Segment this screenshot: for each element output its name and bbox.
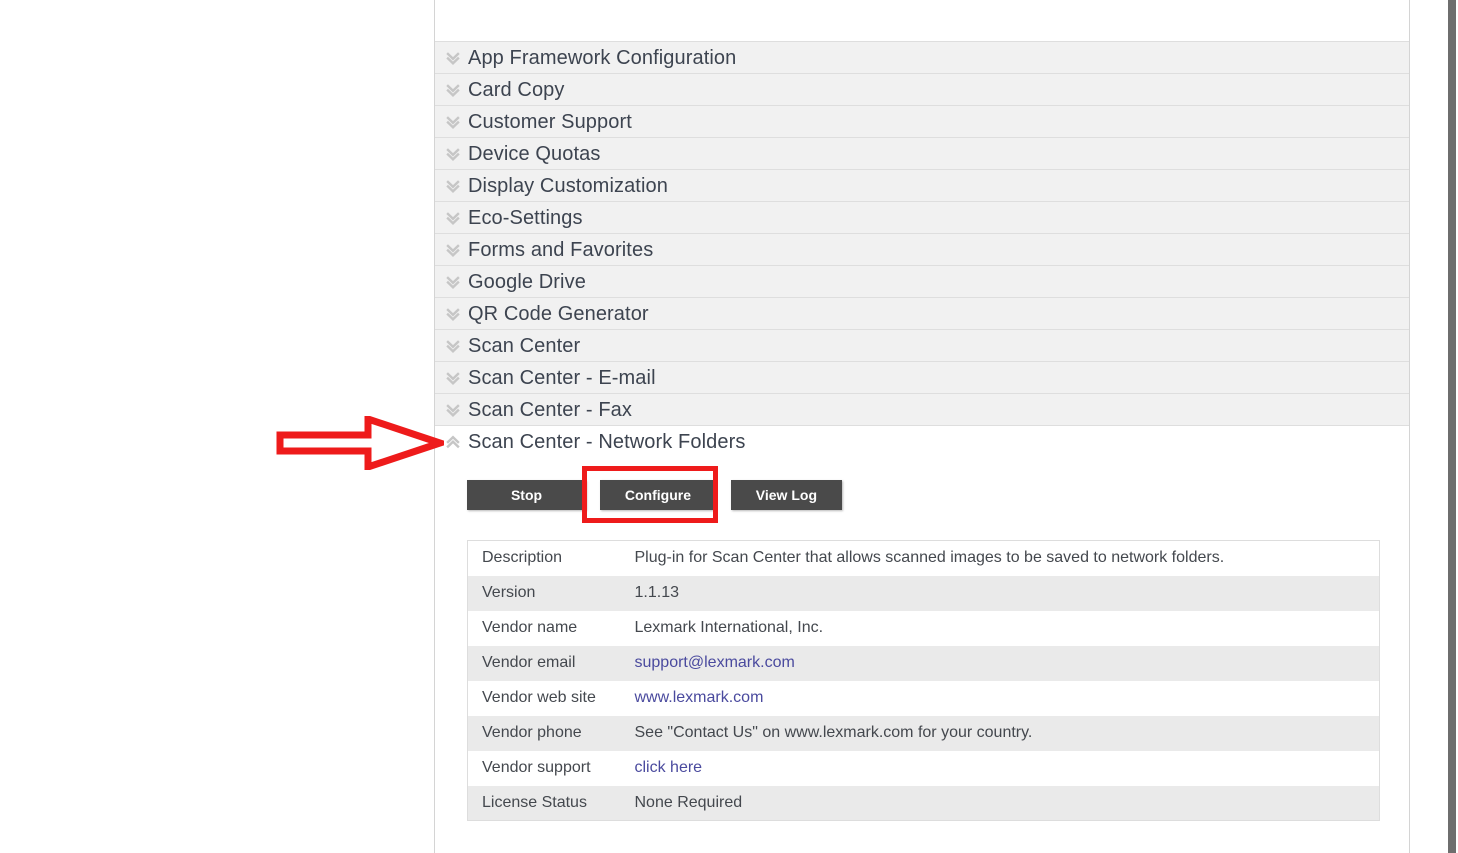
chevron-double-down-icon[interactable] (444, 48, 462, 68)
app-row-app-framework-configuration[interactable]: App Framework Configuration (435, 42, 1409, 74)
screen-root: App Framework Configuration Card Copy Cust… (0, 0, 1458, 853)
embedded-apps-panel: App Framework Configuration Card Copy Cust… (434, 0, 1410, 853)
app-list: App Framework Configuration Card Copy Cust… (435, 42, 1409, 458)
app-row-qr-code-generator[interactable]: QR Code Generator (435, 298, 1409, 330)
app-row-label: Card Copy (468, 78, 565, 101)
info-value-link[interactable]: support@lexmark.com (635, 654, 795, 671)
info-value[interactable]: www.lexmark.com (621, 681, 1380, 716)
info-table-row: Vendor support click here (467, 750, 1380, 786)
info-value-link[interactable]: www.lexmark.com (635, 689, 764, 706)
chevron-double-down-icon[interactable] (444, 176, 462, 196)
info-label: Vendor web site (482, 689, 596, 706)
app-row-label: Display Customization (468, 174, 668, 197)
app-row-label: Forms and Favorites (468, 238, 654, 261)
vertical-scrollbar-track[interactable] (1448, 0, 1458, 853)
info-table-row: Version 1.1.13 (467, 575, 1380, 611)
info-value-link[interactable]: click here (635, 759, 703, 776)
app-row-customer-support[interactable]: Customer Support (435, 106, 1409, 138)
red-arrow-icon (276, 416, 444, 470)
app-info-table: Description Plug-in for Scan Center that … (467, 540, 1380, 821)
chevron-double-down-icon[interactable] (444, 80, 462, 100)
chevron-double-down-icon[interactable] (444, 336, 462, 356)
info-label: Version (482, 584, 536, 601)
info-value: 1.1.13 (634, 584, 679, 601)
chevron-double-down-icon[interactable] (444, 144, 462, 164)
chevron-double-down-icon[interactable] (444, 208, 462, 228)
info-table-row: License Status None Required (467, 785, 1380, 821)
info-table-row: Vendor web site www.lexmark.com (467, 680, 1380, 716)
info-table-row: Vendor phone See "Contact Us" on www.lexm… (467, 715, 1380, 751)
app-row-scan-center-network-folders[interactable]: Scan Center - Network Folders (435, 426, 1409, 458)
info-value[interactable]: click here (621, 751, 1380, 786)
info-value: None Required (634, 793, 743, 811)
chevron-double-down-icon[interactable] (444, 368, 462, 388)
app-row-scan-center-e-mail[interactable]: Scan Center - E-mail (435, 362, 1409, 394)
info-label: Vendor email (482, 654, 576, 671)
app-row-label: Scan Center - E-mail (468, 366, 656, 389)
info-value: Lexmark International, Inc. (634, 619, 824, 636)
app-row-label: Customer Support (468, 110, 632, 133)
info-label: Vendor phone (482, 724, 582, 741)
view-log-button[interactable]: View Log (730, 480, 842, 510)
info-label: Vendor support (482, 759, 591, 776)
action-button-bar: Stop Configure View Log (435, 458, 1409, 528)
app-row-eco-settings[interactable]: Eco-Settings (435, 202, 1409, 234)
app-row-device-quotas[interactable]: Device Quotas (435, 138, 1409, 170)
app-row-card-copy[interactable]: Card Copy (435, 74, 1409, 106)
app-row-label: Scan Center (468, 334, 581, 357)
app-detail-body: Stop Configure View Log Description Plug-… (435, 458, 1409, 821)
info-label: Description (482, 549, 563, 567)
stop-button[interactable]: Stop (467, 480, 586, 510)
chevron-double-up-icon[interactable] (444, 432, 462, 452)
app-row-label: Scan Center - Network Folders (468, 431, 746, 453)
app-row-label: Scan Center - Fax (468, 398, 632, 421)
info-value: Plug-in for Scan Center that allows scan… (634, 549, 1225, 567)
chevron-double-down-icon[interactable] (444, 112, 462, 132)
chevron-double-down-icon[interactable] (444, 272, 462, 292)
chevron-double-down-icon[interactable] (444, 240, 462, 260)
app-row-scan-center[interactable]: Scan Center (435, 330, 1409, 362)
app-row-scan-center-fax[interactable]: Scan Center - Fax (435, 394, 1409, 426)
app-row-google-drive[interactable]: Google Drive (435, 266, 1409, 298)
info-value: See "Contact Us" on www.lexmark.com for … (634, 724, 1033, 741)
info-label: License Status (482, 793, 587, 811)
app-row-label: Device Quotas (468, 142, 601, 165)
info-table-row: Vendor email support@lexmark.com (467, 645, 1380, 681)
panel-top-spacer (435, 0, 1409, 42)
app-row-forms-and-favorites[interactable]: Forms and Favorites (435, 234, 1409, 266)
info-value[interactable]: support@lexmark.com (621, 646, 1380, 681)
info-table-row: Vendor name Lexmark International, Inc. (467, 610, 1380, 646)
chevron-double-down-icon[interactable] (444, 304, 462, 324)
configure-button[interactable]: Configure (600, 480, 716, 510)
info-label: Vendor name (482, 619, 578, 636)
app-row-label: Eco-Settings (468, 206, 583, 229)
chevron-double-down-icon[interactable] (444, 400, 462, 420)
app-row-display-customization[interactable]: Display Customization (435, 170, 1409, 202)
app-row-label: Google Drive (468, 270, 586, 293)
vertical-scrollbar-thumb[interactable] (1448, 0, 1456, 853)
app-row-label: App Framework Configuration (468, 46, 737, 69)
app-row-label: QR Code Generator (468, 302, 649, 325)
info-table-row: Description Plug-in for Scan Center that … (467, 540, 1380, 576)
